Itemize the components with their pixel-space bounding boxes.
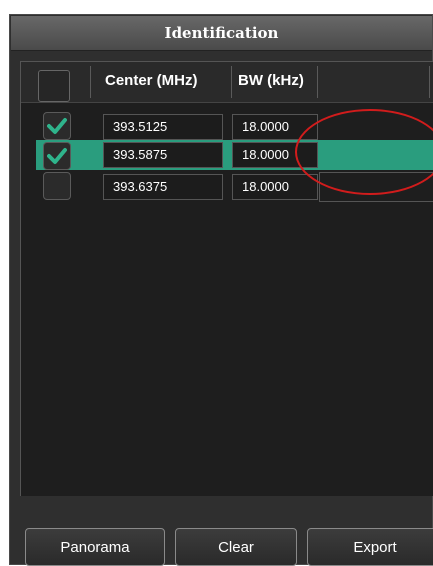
row-checkbox[interactable] — [43, 172, 71, 200]
identification-panel: Identification Center (MHz) BW (kHz) 393… — [9, 14, 433, 566]
column-divider — [231, 66, 232, 98]
row-checkbox[interactable] — [43, 142, 71, 170]
highlight-annotation-ellipse — [295, 109, 433, 195]
export-button[interactable]: Export — [307, 528, 433, 566]
table-header-row: Center (MHz) BW (kHz) — [21, 62, 433, 103]
bandwidth-cell[interactable]: 18.0000 — [232, 174, 318, 200]
center-frequency-cell[interactable]: 393.6375 — [103, 174, 223, 200]
button-bar: Panorama Clear Export — [20, 515, 433, 566]
panorama-button[interactable]: Panorama — [25, 528, 165, 566]
center-frequency-cell[interactable]: 393.5875 — [103, 142, 223, 168]
column-header-center[interactable]: Center (MHz) — [105, 72, 198, 89]
column-divider — [429, 66, 430, 98]
select-all-checkbox[interactable] — [38, 70, 70, 102]
panel-title: Identification — [11, 16, 432, 51]
checkmark-icon — [47, 148, 67, 164]
center-frequency-cell[interactable]: 393.5125 — [103, 114, 223, 140]
checkmark-icon — [47, 118, 67, 134]
column-divider — [90, 66, 91, 98]
column-header-bw[interactable]: BW (kHz) — [238, 72, 304, 89]
clear-button[interactable]: Clear — [175, 528, 297, 566]
column-divider — [317, 66, 318, 98]
row-checkbox[interactable] — [43, 112, 71, 140]
